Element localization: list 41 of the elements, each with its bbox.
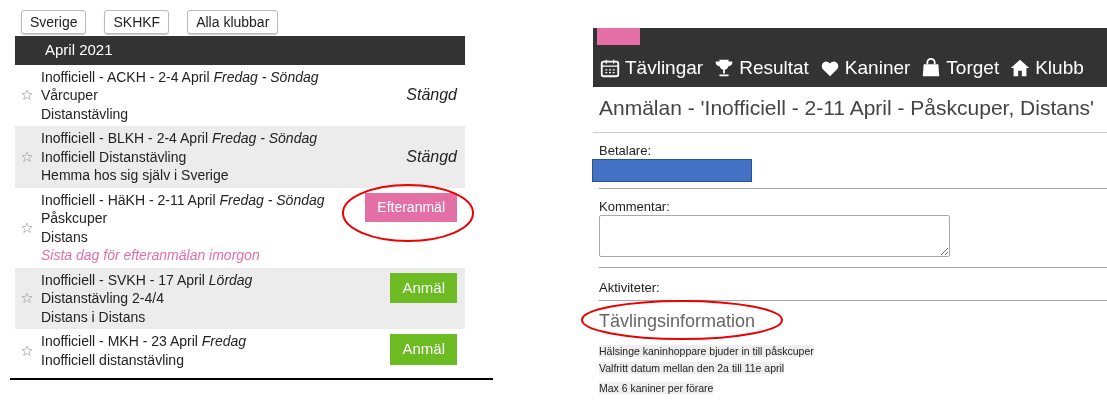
info-text: Hälsinge kaninhoppare bjuder in till påskcuper (599, 344, 814, 357)
event-class: Distans (41, 227, 89, 246)
event-name: Distanstävling 2-4/4 (41, 289, 165, 308)
nav-link[interactable]: Torget (920, 53, 1000, 82)
logo-icon (597, 28, 640, 45)
star-icon[interactable] (21, 344, 33, 357)
filter-dropdown[interactable]: SKHKF (104, 10, 170, 34)
event-class: Distans i Distans (41, 307, 147, 326)
star-icon[interactable] (21, 89, 33, 102)
deadline-note: Sista dag för efteranmälan imorgon (41, 246, 261, 265)
info-text: Max 6 kaniner per förare (599, 381, 714, 394)
star-icon[interactable] (21, 150, 33, 163)
filter-dropdown[interactable]: Sverige (21, 10, 87, 34)
comment-field[interactable] (599, 214, 950, 257)
section-heading: Tävlingsinformation (599, 311, 756, 330)
event-name: Påskcuper (41, 209, 109, 228)
info-text: Valfritt datum mellan den 2a till 11e april (599, 361, 785, 374)
month-header: April 2021 (15, 36, 465, 65)
event-class: Distanstävling (41, 104, 130, 123)
page-title: Anmälan - 'Inofficiell - 2-11 April - Påskcuper, Distans' (593, 87, 1107, 133)
nav-link[interactable]: Kaniner (818, 53, 911, 82)
status-text: Stängd (406, 86, 457, 105)
nav-link[interactable]: Tävlingar (599, 53, 704, 82)
nav-link[interactable]: Klubb (1009, 53, 1084, 82)
event-name: Inofficiell Distanstävling (41, 147, 188, 166)
status-text: Stängd (406, 147, 457, 166)
field-label: Kommentar: (598, 198, 671, 215)
nav-link[interactable]: Resultat (713, 53, 809, 82)
event-title: Inofficiell - SVKH - 17 April Lördag (41, 270, 254, 289)
event-title: Inofficiell - BLKH - 2-4 April Fredag - Söndag (41, 129, 318, 148)
event-name: Inofficiell distanstävling (41, 350, 185, 369)
field-label: Aktiviteter: (598, 279, 661, 296)
event-title: Inofficiell - MKH - 23 April Fredag (41, 332, 248, 351)
field-label: Betalare: (598, 142, 653, 159)
event-name: Vårcuper (41, 86, 99, 105)
event-class: Hemma hos sig själv i Sverige (41, 166, 230, 185)
star-icon[interactable] (21, 221, 33, 234)
filter-dropdown[interactable]: Alla klubbar (187, 10, 279, 34)
event-title: Inofficiell - ACKH - 2-4 April Fredag - Söndag (41, 67, 320, 86)
event-title: Inofficiell - HäKH - 2-11 April Fredag - Söndag (41, 190, 326, 209)
star-icon[interactable] (21, 292, 33, 305)
